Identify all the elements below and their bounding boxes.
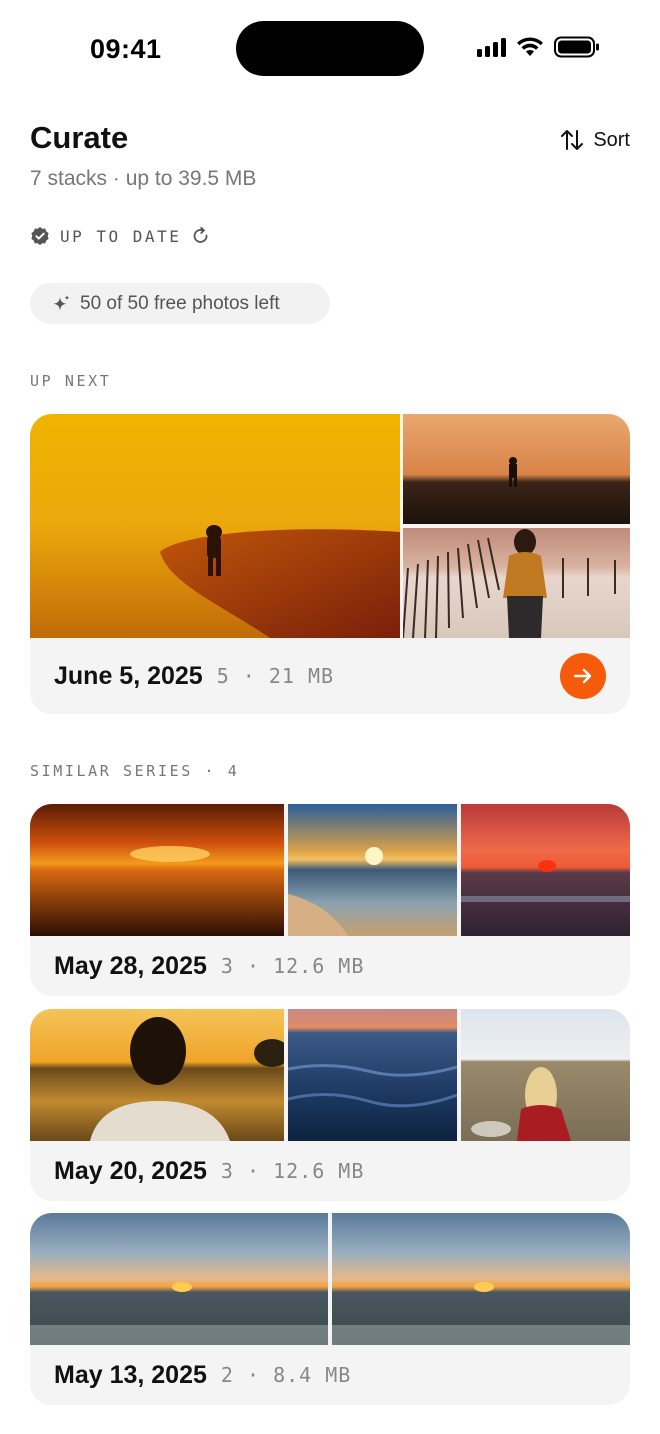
- series-card-footer: May 13, 2025 2 · 8.4 MB: [30, 1345, 630, 1405]
- series-date: May 13, 2025: [54, 1360, 207, 1389]
- arrow-right-icon: [573, 668, 592, 684]
- photo-fence-walker[interactable]: [403, 528, 630, 638]
- series-photos: [30, 1213, 630, 1345]
- sort-label: Sort: [593, 128, 630, 151]
- status-bar: 09:41: [0, 0, 660, 96]
- photo-sea-sunset-sky-duplicate[interactable]: [332, 1213, 630, 1345]
- cellular-signal-icon: [477, 37, 506, 57]
- verified-badge-icon: [31, 227, 49, 245]
- open-stack-button[interactable]: [560, 653, 606, 699]
- status-time: 09:41: [90, 34, 162, 64]
- page-title: Curate: [30, 120, 129, 155]
- similar-series-card[interactable]: May 20, 2025 3 · 12.6 MB: [30, 1009, 630, 1201]
- refresh-icon[interactable]: [191, 226, 211, 246]
- up-next-meta: 5 · 21 MB: [216, 664, 335, 688]
- free-photos-label: 50 of 50 free photos left: [80, 292, 280, 314]
- photo-sea-sunset-sky[interactable]: [30, 1213, 328, 1345]
- sort-arrows-icon: [561, 130, 584, 150]
- photo-rocky-coast-woman[interactable]: [461, 1009, 630, 1141]
- free-photos-pill[interactable]: 50 of 50 free photos left: [30, 283, 330, 324]
- series-meta: 3 · 12.6 MB: [220, 954, 365, 978]
- sync-status: UP TO DATE: [30, 226, 211, 246]
- series-date: May 20, 2025: [54, 1156, 207, 1185]
- up-next-date: June 5, 2025: [54, 661, 203, 690]
- similar-series-section-label: SIMILAR SERIES · 4: [30, 762, 240, 780]
- up-next-section-label: UP NEXT: [30, 372, 112, 390]
- dynamic-island: [236, 21, 424, 76]
- series-card-footer: May 28, 2025 3 · 12.6 MB: [30, 936, 630, 996]
- status-icons: [477, 36, 600, 58]
- series-date: May 28, 2025: [54, 951, 207, 980]
- photo-orange-sunset-clouds[interactable]: [30, 804, 284, 936]
- sync-status-label: UP TO DATE: [60, 226, 182, 246]
- photo-red-sunset-sea[interactable]: [461, 804, 630, 936]
- series-meta: 2 · 8.4 MB: [220, 1363, 352, 1387]
- page-subtitle: 7 stacks · up to 39.5 MB: [30, 167, 257, 190]
- wifi-icon: [517, 37, 543, 56]
- up-next-card-footer: June 5, 2025 5 · 21 MB: [30, 638, 630, 714]
- photo-field-portrait[interactable]: [30, 1009, 284, 1141]
- similar-series-card[interactable]: May 28, 2025 3 · 12.6 MB: [30, 804, 630, 996]
- photo-beach-sunburst[interactable]: [288, 804, 457, 936]
- series-meta: 3 · 12.6 MB: [220, 1159, 365, 1183]
- photo-dusk-walker[interactable]: [403, 414, 630, 524]
- series-card-footer: May 20, 2025 3 · 12.6 MB: [30, 1141, 630, 1201]
- series-photos: [30, 804, 630, 936]
- up-next-card[interactable]: June 5, 2025 5 · 21 MB: [30, 414, 630, 714]
- similar-series-card[interactable]: May 13, 2025 2 · 8.4 MB: [30, 1213, 630, 1405]
- series-photos: [30, 1009, 630, 1141]
- photo-blue-water[interactable]: [288, 1009, 457, 1141]
- up-next-photos: [30, 414, 630, 638]
- sort-button[interactable]: Sort: [559, 128, 630, 152]
- photo-beach-fog-walker[interactable]: [30, 414, 400, 638]
- battery-icon: [554, 36, 599, 58]
- sparkle-icon: [53, 294, 70, 311]
